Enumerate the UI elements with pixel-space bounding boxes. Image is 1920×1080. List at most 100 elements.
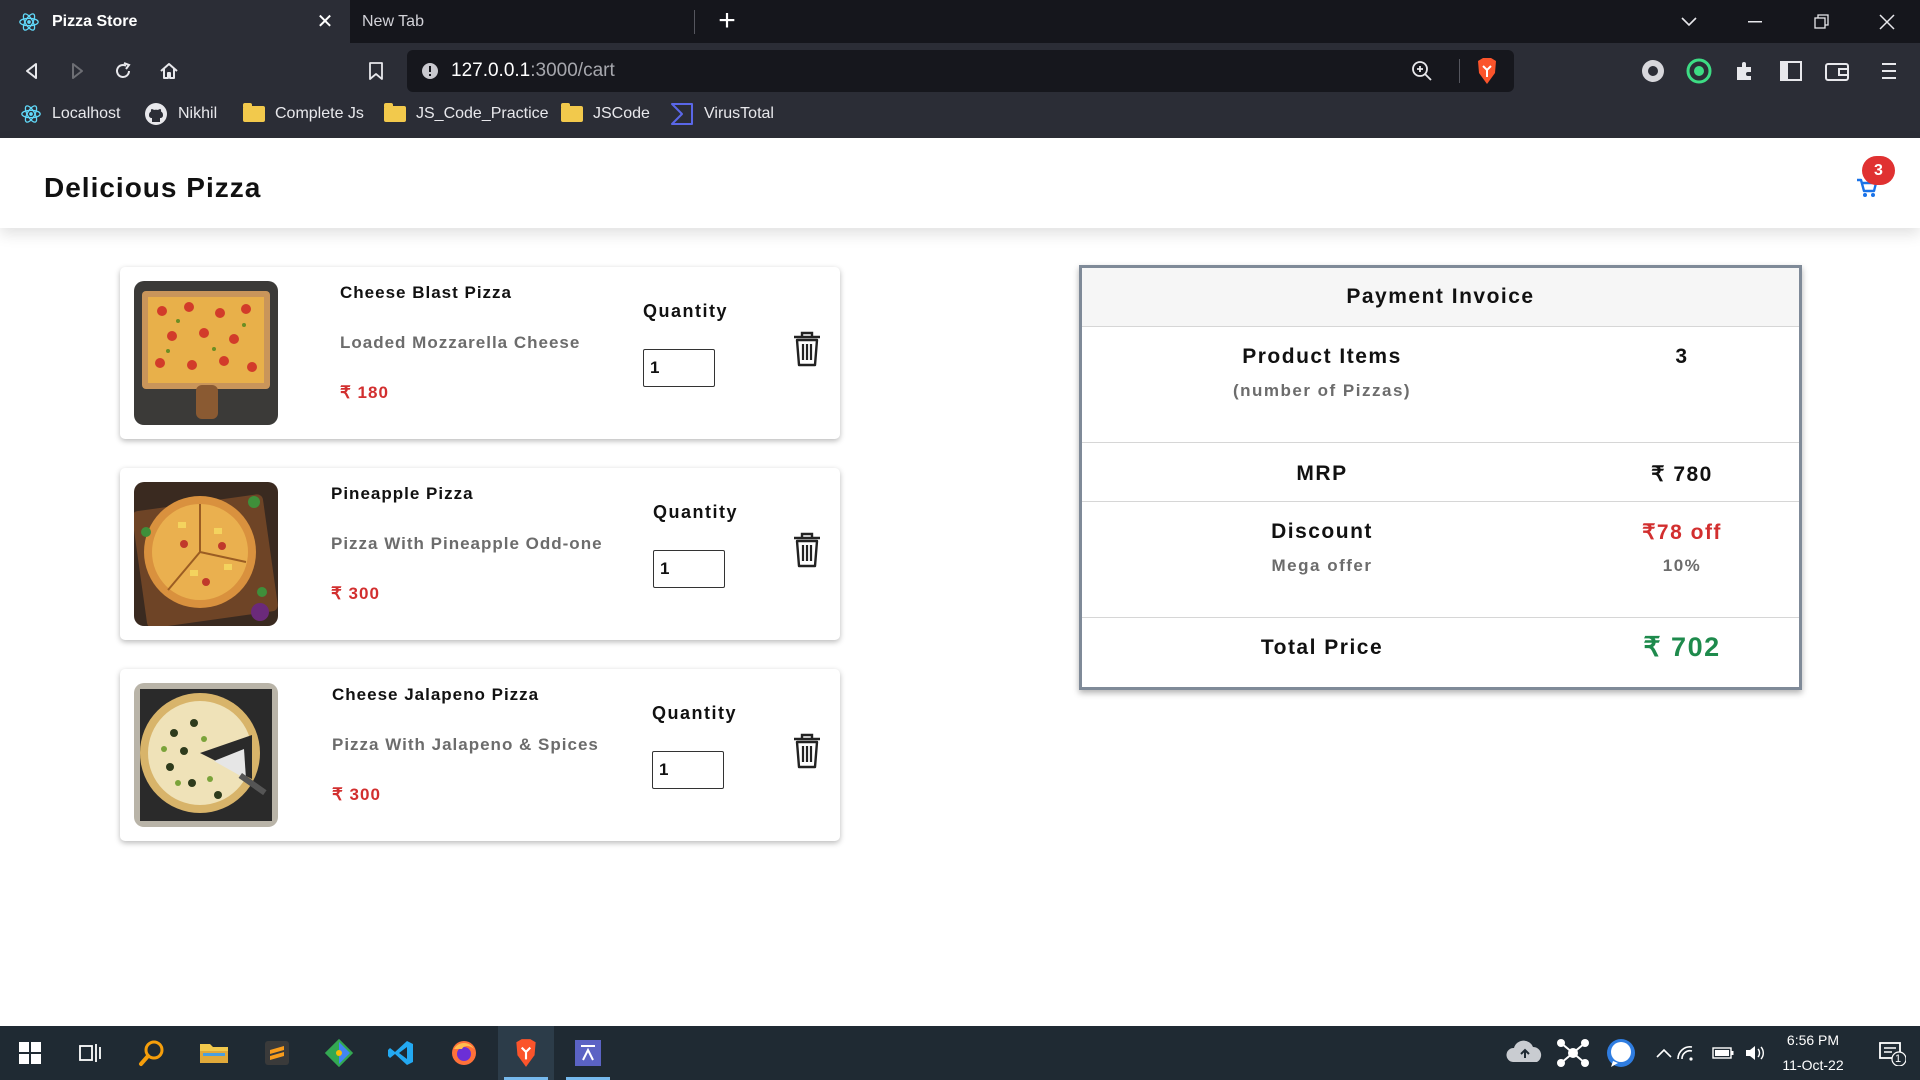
taskbar-time[interactable]: 6:56 PM <box>1768 1032 1858 1048</box>
menu-icon[interactable] <box>1871 53 1907 89</box>
notification-count: 1 <box>1895 1053 1902 1065</box>
sublime-text-icon[interactable] <box>249 1026 305 1080</box>
mrp-value: ₹ 780 <box>1651 463 1713 486</box>
task-view-icon[interactable] <box>62 1026 118 1080</box>
extension-grey-icon[interactable] <box>1635 53 1671 89</box>
zoom-icon[interactable] <box>1411 60 1433 87</box>
extension-green-icon[interactable] <box>1681 53 1717 89</box>
windows-taskbar: 6:56 PM 11-Oct-22 1 <box>0 1026 1920 1080</box>
address-bar[interactable]: 127.0.0.1:3000/cart <box>407 50 1514 92</box>
bookmark-label: VirusTotal <box>704 105 774 122</box>
close-tab-icon[interactable]: ✕ <box>314 11 336 33</box>
delete-item-trash-icon[interactable] <box>792 532 822 568</box>
mrp-label: MRP <box>1296 462 1348 485</box>
tab-list-chevron-icon[interactable] <box>1656 0 1722 43</box>
total-price-label: Total Price <box>1260 636 1384 659</box>
restore-icon[interactable] <box>1788 0 1854 43</box>
folder-icon <box>384 103 406 122</box>
product-items-sublabel: (number of Pizzas) <box>1232 381 1412 400</box>
windows-start-icon[interactable] <box>2 1026 58 1080</box>
new-tab-plus-icon[interactable]: + <box>712 6 742 37</box>
discount-label: Discount <box>1271 520 1373 543</box>
brave-shields-icon[interactable] <box>1475 57 1499 90</box>
folder-icon <box>243 103 265 122</box>
pizza-price: ₹ 180 <box>340 383 389 402</box>
cart-item-card: Pineapple Pizza Pizza With Pineapple Odd… <box>120 468 840 640</box>
file-explorer-icon[interactable] <box>186 1026 242 1080</box>
react-atom-icon <box>19 12 39 31</box>
quantity-input[interactable] <box>652 751 724 789</box>
home-icon[interactable] <box>151 53 187 89</box>
browser-tab-bar: Pizza Store ✕ New Tab + <box>0 0 1920 43</box>
quantity-label: Quantity <box>652 703 738 723</box>
site-header: Delicious Pizza 3 <box>0 138 1920 228</box>
bookmark-complete-js[interactable]: Complete Js <box>243 99 364 129</box>
notifications-icon[interactable]: 1 <box>1864 1026 1920 1080</box>
pizza-price: ₹ 300 <box>332 785 381 804</box>
back-icon[interactable] <box>14 53 50 89</box>
brave-browser-taskbar-icon[interactable] <box>498 1026 554 1080</box>
tab-pizza-store[interactable]: Pizza Store ✕ <box>0 0 350 43</box>
bookmark-label: JSCode <box>593 105 650 122</box>
pizza-description: Loaded Mozzarella Cheese <box>340 333 581 352</box>
payment-invoice-panel: Payment Invoice Product Items (number of… <box>1079 265 1802 690</box>
delete-item-trash-icon[interactable] <box>792 733 822 769</box>
product-items-value: 3 <box>1675 345 1689 368</box>
brand-logo-text[interactable]: Delicious Pizza <box>44 172 261 204</box>
taskbar-date[interactable]: 11-Oct-22 <box>1768 1057 1858 1073</box>
git-client-icon[interactable] <box>311 1026 367 1080</box>
bookmark-virustotal[interactable]: VirusTotal <box>670 99 774 129</box>
quantity-label: Quantity <box>643 301 729 321</box>
bookmark-localhost[interactable]: Localhost <box>20 99 121 129</box>
close-window-icon[interactable] <box>1854 0 1920 43</box>
battery-icon[interactable] <box>1705 1026 1741 1080</box>
pizza-name: Cheese Blast Pizza <box>340 283 513 302</box>
react-atom-icon <box>21 105 41 123</box>
reload-icon[interactable] <box>105 53 141 89</box>
discount-value: ₹78 off <box>1642 521 1722 544</box>
bookmark-nikhil[interactable]: Nikhil <box>144 99 217 129</box>
discount-sublabel: Mega offer <box>1271 556 1373 575</box>
pizza-description: Pizza With Jalapeno & Spices <box>332 735 599 754</box>
page-content: Delicious Pizza 3 Cheese Blast Pizza Loa… <box>0 138 1920 1026</box>
pinned-app-icon[interactable] <box>560 1026 616 1080</box>
sidebar-toggle-icon[interactable] <box>1773 53 1809 89</box>
virustotal-icon <box>671 103 693 125</box>
url-path: :3000/cart <box>530 60 615 81</box>
pizza-name: Cheese Jalapeno Pizza <box>332 685 540 704</box>
browser-toolbar: 127.0.0.1:3000/cart Localhost Nikhil Com… <box>0 43 1920 138</box>
invoice-divider <box>1082 617 1799 618</box>
quantity-input[interactable] <box>653 550 725 588</box>
pizza-name: Pineapple Pizza <box>331 484 474 503</box>
quantity-input[interactable] <box>643 349 715 387</box>
firefox-icon[interactable] <box>436 1026 492 1080</box>
cart-item-card: Cheese Jalapeno Pizza Pizza With Jalapen… <box>120 669 840 841</box>
forward-icon[interactable] <box>59 53 95 89</box>
total-price-value: ₹ 702 <box>1643 632 1721 662</box>
site-info-icon[interactable] <box>421 62 439 80</box>
bookmark-page-icon[interactable] <box>358 53 394 89</box>
tab-new-tab[interactable]: New Tab <box>350 0 695 43</box>
minimize-icon[interactable] <box>1722 0 1788 43</box>
search-icon[interactable] <box>124 1026 180 1080</box>
url-host: 127.0.0.1 <box>451 60 531 81</box>
invoice-title: Payment Invoice <box>1082 268 1799 327</box>
delete-item-trash-icon[interactable] <box>792 331 822 367</box>
bookmark-js-code-practice[interactable]: JS_Code_Practice <box>384 99 549 129</box>
cart-count-badge[interactable]: 3 <box>1862 156 1895 185</box>
wallet-icon[interactable] <box>1819 53 1855 89</box>
folder-icon <box>561 103 583 122</box>
wifi-icon[interactable] <box>1667 1026 1703 1080</box>
cart-item-card: Cheese Blast Pizza Loaded Mozzarella Che… <box>120 267 840 439</box>
invoice-divider <box>1082 501 1799 502</box>
pizza-image <box>134 683 278 827</box>
quantity-label: Quantity <box>653 502 739 522</box>
discount-percent: 10% <box>1662 556 1702 575</box>
pizza-image <box>134 482 278 626</box>
extensions-puzzle-icon[interactable] <box>1727 53 1763 89</box>
product-items-label: Product Items <box>1242 345 1402 368</box>
tab-title: Pizza Store <box>52 12 138 30</box>
vscode-icon[interactable] <box>373 1026 429 1080</box>
pizza-description: Pizza With Pineapple Odd-one <box>331 534 603 553</box>
bookmark-jscode[interactable]: JSCode <box>561 99 650 129</box>
